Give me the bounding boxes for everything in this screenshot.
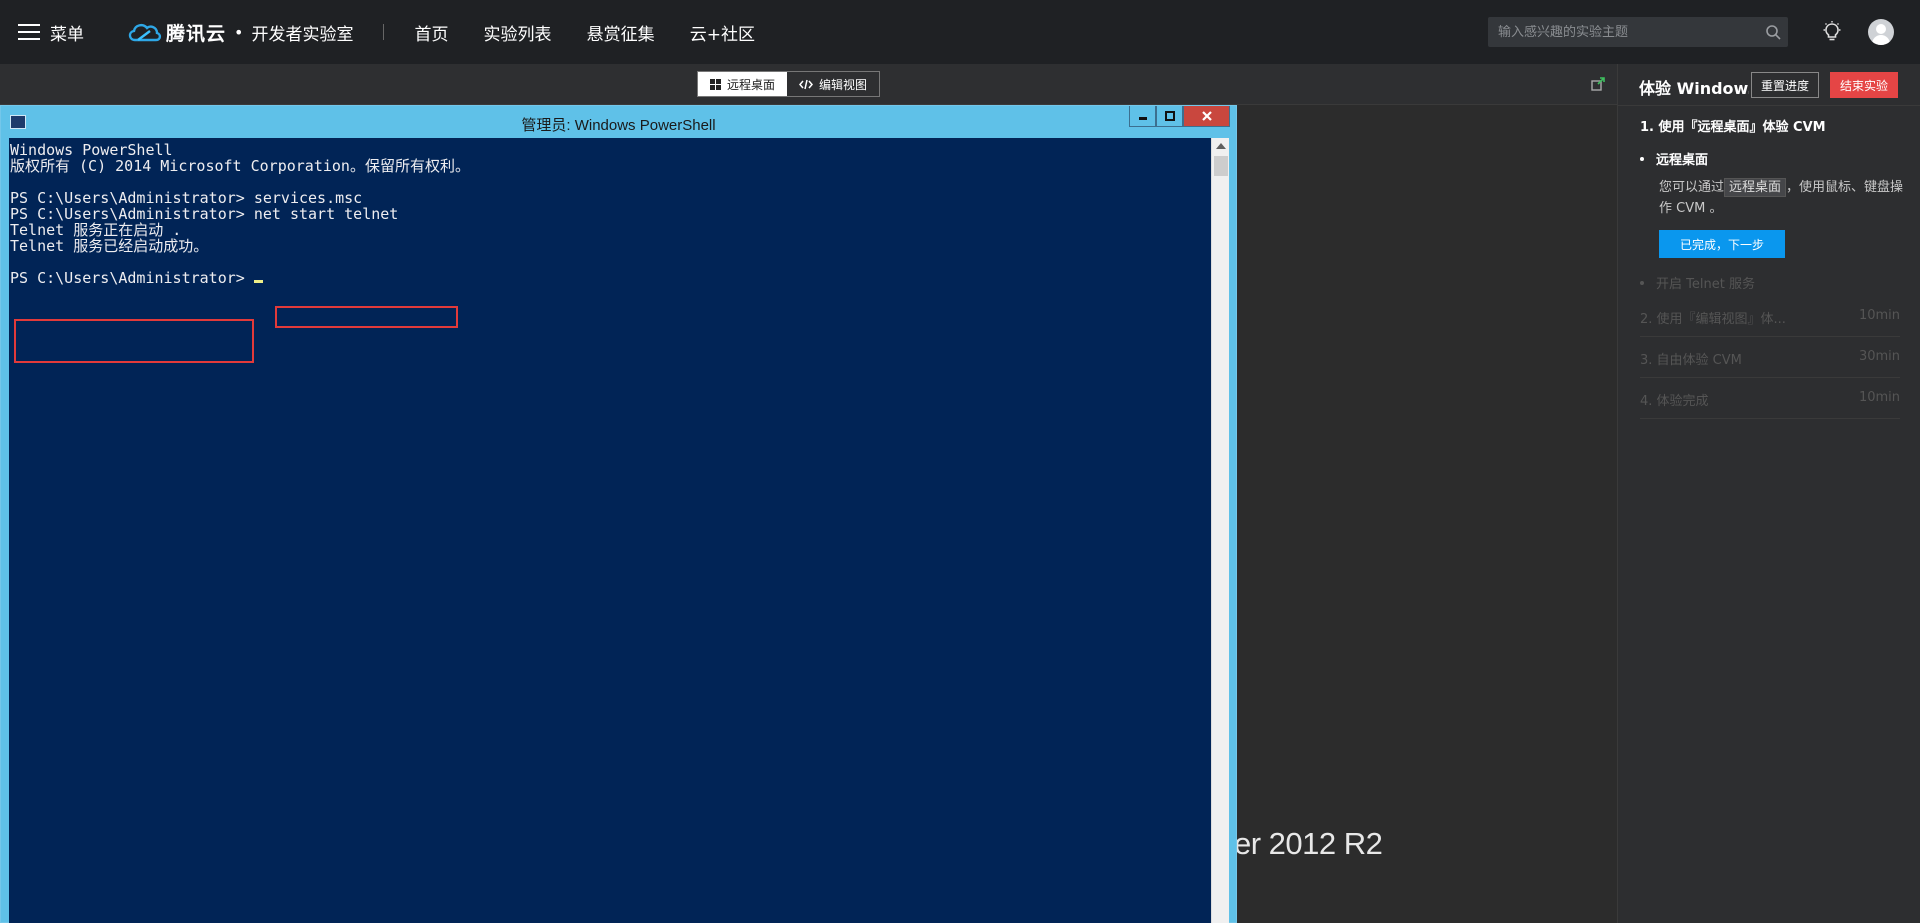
lightbulb-icon[interactable] [1820, 20, 1844, 44]
console-line: 版权所有 (C) 2014 Microsoft Corporation。保留所有… [10, 157, 470, 175]
search-box [1488, 17, 1788, 47]
console-text: Windows PowerShell 版权所有 (C) 2014 Microso… [10, 142, 470, 286]
view-toggle: 远程桌面 编辑视图 [697, 71, 881, 97]
editor-view-label: 编辑视图 [819, 77, 868, 92]
lab-guide-sidebar: 体验 Window... 重置进度 结束实验 1. 使用『远程桌面』体验 CVM… [1617, 64, 1920, 923]
next-substep-label: 开启 Telnet 服务 [1656, 277, 1755, 292]
top-navigation-bar: 菜单 腾讯云 • 开发者实验室 首页 实验列表 悬赏征集 云+社区 [0, 0, 1920, 64]
search-icon[interactable] [1758, 17, 1788, 47]
bullet-icon [1640, 156, 1644, 161]
desc-before: 您可以通过 [1659, 180, 1725, 195]
hamburger-icon [18, 24, 40, 40]
search-input[interactable] [1488, 24, 1758, 40]
remote-desktop-label: 远程桌面 [727, 77, 776, 92]
desc-tag: 远程桌面 [1724, 178, 1787, 197]
remote-desktop-view[interactable]: er 2012 R2 管理员: Windows PowerShell Windo… [0, 105, 1617, 923]
nav-lab-list[interactable]: 实验列表 [484, 25, 552, 45]
editor-view-tab[interactable]: 编辑视图 [787, 72, 880, 96]
os-watermark: er 2012 R2 [1234, 826, 1383, 861]
nav-bounty[interactable]: 悬赏征集 [587, 25, 655, 45]
tencent-cloud-icon [128, 23, 162, 42]
brand-name: 腾讯云 [166, 22, 227, 45]
console-prompt: PS C:\Users\Administrator> [10, 269, 254, 287]
window-title: 管理员: Windows PowerShell [521, 117, 716, 134]
step-name: 2. 使用『编辑视图』体... [1640, 312, 1786, 327]
console-output[interactable]: Windows PowerShell 版权所有 (C) 2014 Microso… [9, 138, 1229, 923]
lab-title: 体验 Window... [1639, 79, 1749, 98]
close-button[interactable] [1183, 106, 1230, 127]
sidebar-header: 体验 Window... 重置进度 结束实验 [1618, 64, 1920, 106]
windows-icon [710, 78, 721, 90]
window-titlebar[interactable]: 管理员: Windows PowerShell [1, 106, 1236, 138]
reset-progress-button[interactable]: 重置进度 [1751, 72, 1820, 98]
brand-logo[interactable]: 腾讯云 • 开发者实验室 [126, 19, 353, 46]
console-cursor [253, 280, 263, 283]
next-step-button[interactable]: 已完成，下一步 [1659, 230, 1785, 258]
result-highlight-box [14, 319, 254, 363]
menu-label: 菜单 [50, 24, 84, 45]
end-lab-button[interactable]: 结束实验 [1830, 72, 1899, 98]
step-name: 3. 自由体验 CVM [1640, 353, 1742, 368]
main-nav: 首页 实验列表 悬赏征集 云+社区 [414, 20, 785, 45]
scrollbar-thumb[interactable] [1214, 156, 1228, 176]
bullet-icon [1640, 280, 1644, 285]
step-name: 4. 体验完成 [1640, 394, 1709, 409]
nav-home[interactable]: 首页 [414, 25, 448, 45]
current-step-title[interactable]: 1. 使用『远程桌面』体验 CVM [1640, 116, 1826, 135]
console-line: Telnet 服务已经启动成功。 [10, 237, 209, 255]
user-avatar[interactable] [1868, 19, 1894, 45]
brand-separator: • [234, 22, 244, 42]
nav-community[interactable]: 云+社区 [690, 25, 755, 45]
remote-desktop-tab[interactable]: 远程桌面 [698, 72, 788, 96]
maximize-icon [1164, 111, 1175, 121]
current-substep[interactable]: 远程桌面 [1640, 149, 1708, 168]
step-item[interactable]: 3. 自由体验 CVM 30min [1640, 349, 1900, 378]
step-time: 10min [1858, 308, 1900, 323]
step-item[interactable]: 4. 体验完成 10min [1640, 390, 1900, 419]
substep-description: 您可以通过 远程桌面 ，使用鼠标、键盘操作 CVM 。 [1659, 177, 1904, 219]
popout-icon[interactable] [1590, 76, 1606, 92]
step-time: 30min [1858, 349, 1900, 364]
view-toolbar: 远程桌面 编辑视图 [0, 64, 1617, 105]
brand-subtitle: 开发者实验室 [251, 24, 354, 45]
scroll-up-arrow-icon[interactable] [1216, 143, 1226, 149]
minimize-button[interactable] [1129, 106, 1156, 127]
nav-divider [383, 24, 385, 40]
menu-button[interactable]: 菜单 [18, 20, 84, 45]
powershell-window[interactable]: 管理员: Windows PowerShell Windows PowerShe… [0, 105, 1237, 923]
command-highlight-box [275, 306, 458, 328]
console-scrollbar[interactable] [1211, 138, 1229, 923]
code-icon [799, 79, 814, 89]
step-item[interactable]: 2. 使用『编辑视图』体... 10min [1640, 308, 1900, 337]
window-controls [1129, 106, 1230, 127]
next-substep[interactable]: 开启 Telnet 服务 [1640, 273, 1755, 292]
maximize-button[interactable] [1156, 106, 1183, 127]
close-icon [1201, 111, 1212, 121]
step-time: 10min [1858, 390, 1900, 405]
current-substep-label: 远程桌面 [1656, 153, 1709, 168]
minimize-icon [1138, 117, 1147, 120]
